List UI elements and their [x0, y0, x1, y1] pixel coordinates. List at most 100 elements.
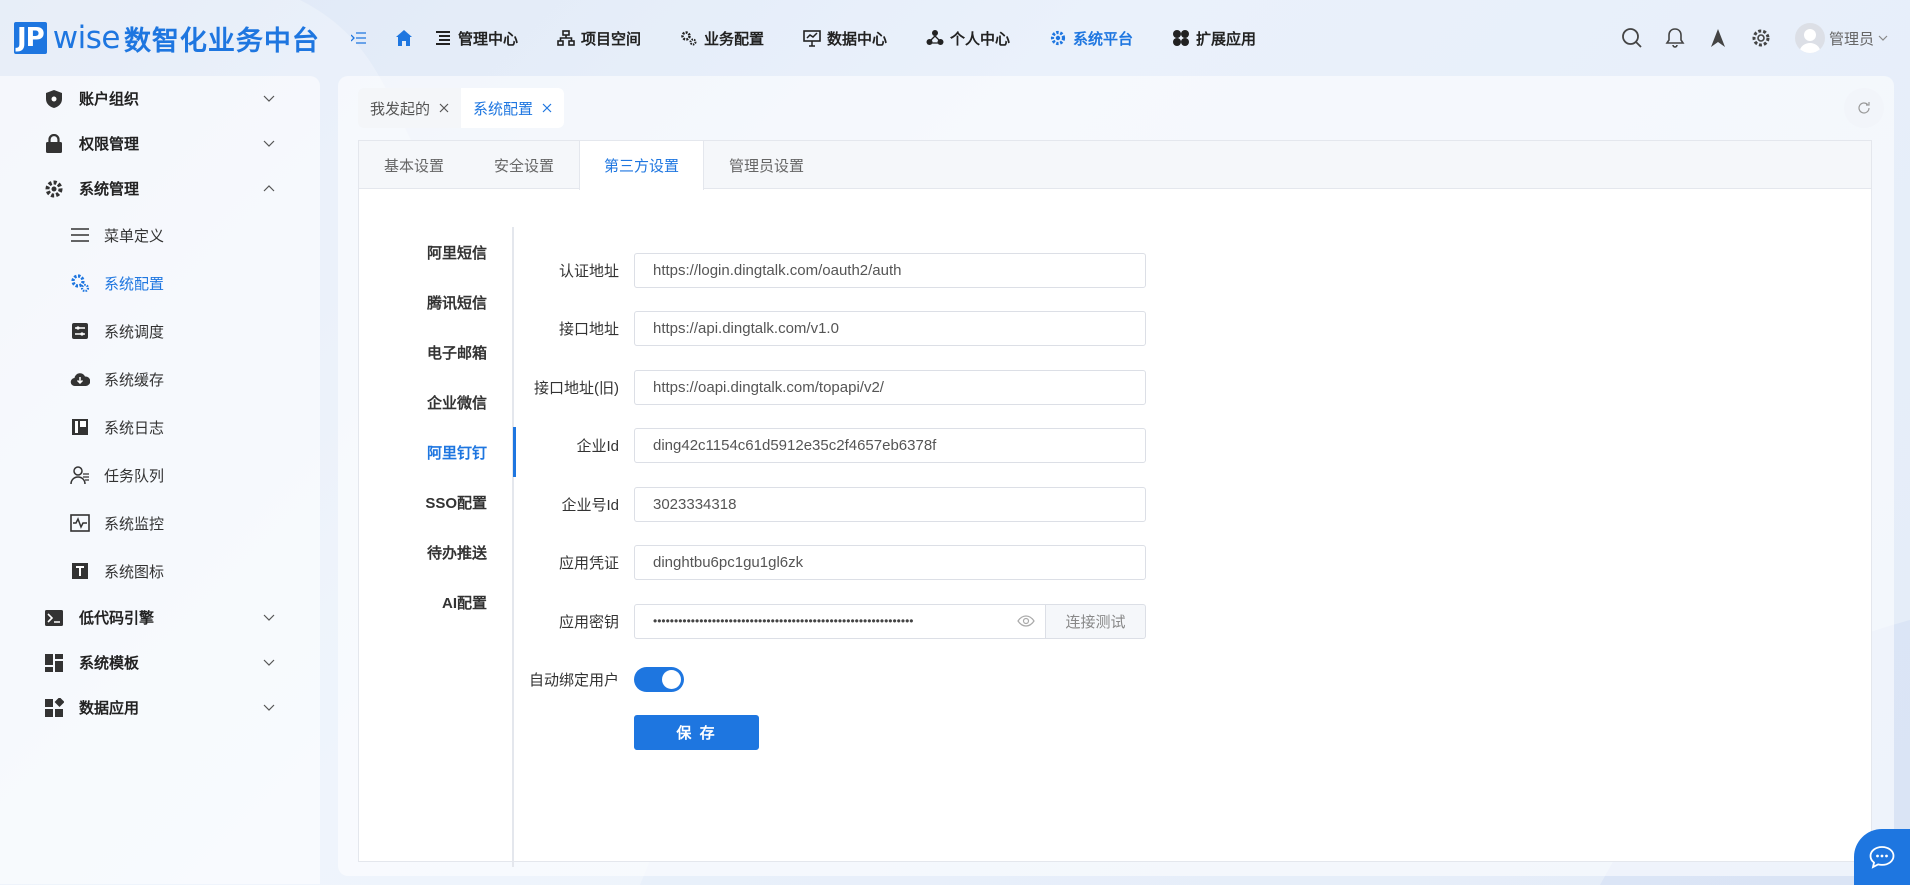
form-row-api-url: 接口地址 [514, 300, 1146, 359]
nav-item-business-config[interactable]: 业务配置 [680, 18, 764, 58]
connection-test-button[interactable]: 连接测试 [1046, 603, 1146, 639]
logo-title: 数智化业务中台 [123, 25, 320, 56]
tag-bar: 我发起的 系统配置 [358, 88, 565, 128]
vtab-sso[interactable]: SSO配置 [359, 477, 514, 527]
form-row-corp-id: 企业Id [514, 417, 1146, 476]
main-nav: 管理中心 项目空间 业务配置 数据中心 个人中心 系统平台 扩展应用 [392, 0, 1295, 76]
nav-item-management[interactable]: 管理中心 [434, 18, 518, 58]
tab-security[interactable]: 安全设置 [469, 141, 579, 189]
gears-icon [680, 29, 698, 47]
tag-system-config[interactable]: 系统配置 [461, 88, 565, 128]
people-icon [926, 29, 944, 47]
collapse-sidebar-icon[interactable] [350, 29, 368, 47]
sidebar-item-system-config[interactable]: 系统配置 [0, 259, 320, 307]
sidebar-item-label: 系统图标 [104, 563, 165, 581]
vtab-aliyun-sms[interactable]: 阿里短信 [359, 227, 514, 277]
sidebar-item-label: 系统配置 [104, 275, 165, 293]
auth-url-input[interactable] [634, 252, 1146, 288]
tab-label: 第三方设置 [604, 158, 680, 175]
logo[interactable]: JP wise 数智化业务中台 [14, 0, 320, 76]
app-key-input[interactable] [634, 545, 1146, 581]
provider-tabs: 阿里短信 腾讯短信 电子邮箱 企业微信 阿里钉钉 SSO配置 待办推送 AI配置 [359, 227, 516, 627]
nav-label: 业务配置 [703, 30, 764, 48]
sidebar: 账户组织 权限管理 系统管理 菜单定义 系统配置 系统调度 系统缓存 系统日志 … [0, 76, 320, 884]
tab-admin[interactable]: 管理员设置 [704, 141, 829, 189]
sidebar-group-label: 低代码引擎 [79, 610, 155, 627]
sitemap-icon [557, 29, 575, 47]
chevron-down-icon [1878, 33, 1888, 43]
sidebar-group-account[interactable]: 账户组织 [0, 76, 320, 121]
log-icon [70, 417, 90, 437]
eye-icon[interactable] [1017, 612, 1035, 630]
bell-icon[interactable] [1663, 26, 1687, 50]
lock-icon [44, 133, 64, 154]
form-row-auto-bind: 自动绑定用户 [514, 651, 1146, 710]
top-bar: JP wise 数智化业务中台 管理中心 项目空间 业务配置 数据中心 个人中心 [0, 0, 1910, 76]
nav-item-project[interactable]: 项目空间 [557, 18, 641, 58]
gear-icon[interactable] [1749, 26, 1773, 50]
sidebar-group-templates[interactable]: 系统模板 [0, 640, 320, 685]
chat-icon[interactable] [1854, 829, 1910, 885]
form-row-app-secret: 应用密钥 •••••••••••••••••••••••••••••••••••… [514, 592, 1146, 651]
vtab-todo-push[interactable]: 待办推送 [359, 527, 514, 577]
corp-id-input[interactable] [634, 428, 1146, 464]
vtab-label: 待办推送 [426, 544, 487, 562]
search-icon[interactable] [1620, 26, 1644, 50]
nav-item-personal[interactable]: 个人中心 [926, 18, 1010, 58]
menu-icon [70, 225, 90, 245]
nav-label: 系统平台 [1073, 30, 1134, 48]
api-url-old-label: 接口地址(旧) [534, 379, 619, 397]
dingtalk-form: 认证地址 接口地址 接口地址(旧) 企业Id 企业号Id 应用凭证 [514, 241, 1146, 750]
nav-item-extensions[interactable]: 扩展应用 [1172, 18, 1256, 58]
vtab-dingtalk[interactable]: 阿里钉钉 [359, 427, 516, 477]
sidebar-group-system-management[interactable]: 系统管理 [0, 166, 320, 211]
auto-bind-switch[interactable] [634, 667, 684, 693]
vtab-wecom[interactable]: 企业微信 [359, 377, 514, 427]
sidebar-item-system-schedule[interactable]: 系统调度 [0, 307, 320, 355]
app-secret-value: ••••••••••••••••••••••••••••••••••••••••… [653, 614, 914, 629]
home-icon[interactable] [392, 26, 416, 50]
save-button[interactable]: 保 存 [634, 715, 759, 750]
form-row-corp-no: 企业号Id [514, 475, 1146, 534]
app-secret-input[interactable]: ••••••••••••••••••••••••••••••••••••••••… [634, 603, 1046, 639]
app-secret-label: 应用密钥 [558, 613, 619, 631]
sidebar-item-system-icons[interactable]: 系统图标 [0, 547, 320, 595]
sidebar-item-label: 系统日志 [104, 419, 165, 437]
nav-label: 管理中心 [457, 30, 518, 48]
username: 管理员 [1828, 30, 1874, 48]
sidebar-group-label: 系统管理 [79, 181, 140, 198]
sidebar-item-menu-definition[interactable]: 菜单定义 [0, 211, 320, 259]
vtab-email[interactable]: 电子邮箱 [359, 327, 514, 377]
sidebar-item-system-monitor[interactable]: 系统监控 [0, 499, 320, 547]
corp-no-input[interactable] [634, 486, 1146, 522]
vtab-tencent-sms[interactable]: 腾讯短信 [359, 277, 514, 327]
auth-url-label: 认证地址 [558, 262, 619, 280]
vtab-label: 电子邮箱 [426, 344, 487, 362]
sidebar-group-permissions[interactable]: 权限管理 [0, 121, 320, 166]
auto-bind-label: 自动绑定用户 [528, 672, 619, 690]
close-icon[interactable] [542, 103, 552, 113]
tab-basic[interactable]: 基本设置 [359, 141, 469, 189]
tag-my-initiated[interactable]: 我发起的 [358, 88, 462, 128]
api-url-old-input[interactable] [634, 369, 1146, 405]
api-url-input[interactable] [634, 311, 1146, 347]
vtab-ai[interactable]: AI配置 [359, 577, 514, 627]
nav-label: 项目空间 [580, 30, 641, 48]
user-menu[interactable]: 管理员 [1794, 23, 1888, 53]
logo-mark: JP [14, 22, 47, 54]
top-right-tools: 管理员 [1601, 0, 1888, 76]
template-icon [44, 653, 64, 673]
tab-label: 基本设置 [384, 157, 445, 175]
tab-third-party[interactable]: 第三方设置 [579, 141, 705, 190]
navigation-arrow-icon[interactable] [1706, 26, 1730, 50]
sidebar-item-task-queue[interactable]: 任务队列 [0, 451, 320, 499]
refresh-icon[interactable] [1844, 88, 1884, 128]
nav-item-system-platform[interactable]: 系统平台 [1049, 18, 1133, 58]
nav-item-data-center[interactable]: 数据中心 [803, 18, 887, 58]
sidebar-item-system-cache[interactable]: 系统缓存 [0, 355, 320, 403]
sidebar-item-system-log[interactable]: 系统日志 [0, 403, 320, 451]
sidebar-group-data-apps[interactable]: 数据应用 [0, 685, 320, 730]
sidebar-group-lowcode[interactable]: 低代码引擎 [0, 595, 320, 640]
close-icon[interactable] [439, 103, 449, 113]
vtab-label: AI配置 [441, 594, 487, 612]
